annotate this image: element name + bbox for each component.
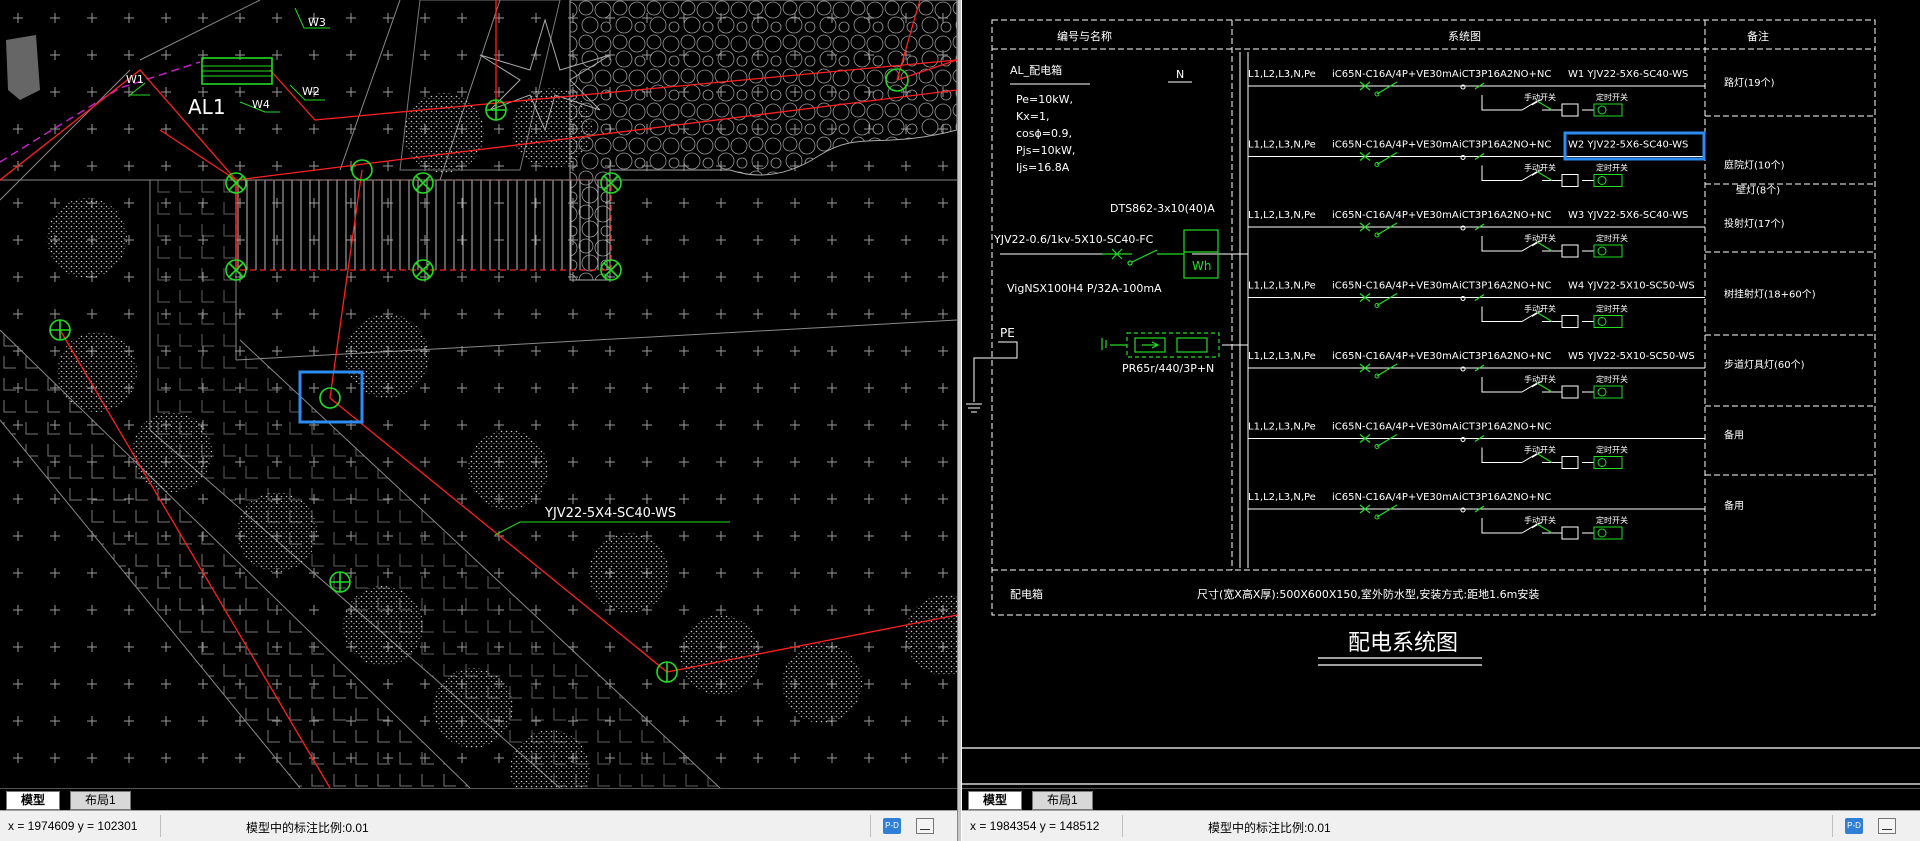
circuit-note: 步道灯具灯(60个)	[1724, 358, 1805, 371]
spd-spec: PR65r/440/3P+N	[1122, 362, 1214, 375]
circuit-note: 路灯(19个)	[1724, 76, 1775, 89]
tab-layout1[interactable]: 布局1	[70, 791, 131, 810]
circuit-phase: L1,L2,L3,N,Pe	[1248, 281, 1316, 292]
manual-switch-label: 手动开关	[1524, 515, 1556, 525]
footer-panel: 配电箱	[1010, 587, 1043, 601]
panel-parameter: Pe=10kW,	[1016, 93, 1073, 106]
manual-switch-label: 手动开关	[1524, 374, 1556, 384]
timer-switch-label: 定时开关	[1596, 163, 1628, 173]
cable-annotation: YJV22-5X4-SC40-WS	[544, 506, 676, 521]
layout-tabstrip: 模型 布局1	[962, 788, 1920, 811]
circuit-note: 树挂射灯(18+60个)	[1724, 288, 1816, 301]
lamp-garden	[329, 571, 351, 593]
right-drawing-viewport[interactable]: 编号与名称 系统图 备注 AL_配电箱 N Pe=10kW, Kx=1, cosϕ=…	[962, 0, 1920, 841]
timer-switch-label: 定时开关	[1596, 233, 1628, 243]
system-diagram-canvas[interactable]: 编号与名称 系统图 备注 AL_配电箱 N Pe=10kW, Kx=1, cosϕ=…	[962, 0, 1920, 788]
circuit-phase: L1,L2,L3,N,Pe	[1248, 351, 1316, 362]
panel-parameter: cosϕ=0.9,	[1016, 127, 1072, 140]
circuit-breaker-spec: iC65N-C16A/4P+VE30mA	[1332, 422, 1459, 433]
panel-parameters: Pe=10kW, Kx=1, cosϕ=0.9, Pjs=10kW, Ijs=16.8A	[1016, 93, 1075, 174]
status-bar: x = 1984354 y = 148512 模型中的标注比例:0.01 P-D	[962, 810, 1920, 841]
cursor-coordinates: x = 1974609 y = 102301	[8, 819, 138, 833]
panel-dimensions-spec: 尺寸(宽X高X厚):500X600X150,室外防水型,安装方式:距地1.6m安…	[1197, 587, 1539, 601]
pd-toggle-button[interactable]: P-D	[883, 818, 901, 834]
header-diagram: 系统图	[1448, 30, 1481, 43]
circuit-breaker-spec: iC65N-C16A/4P+VE30mA	[1332, 492, 1459, 503]
circuit-cable-spec: W5 YJV22-5X10-SC50-WS	[1568, 351, 1695, 362]
manual-switch-label: 手动开关	[1524, 304, 1556, 314]
timer-switch-label: 定时开关	[1596, 92, 1628, 102]
circuit-phase: L1,L2,L3,N,Pe	[1248, 492, 1316, 503]
circuit-note: 庭院灯(10个)	[1724, 159, 1785, 172]
label-w1: W1	[126, 73, 144, 86]
circuit-contactor-spec: iCT3P16A2NO+NC	[1459, 140, 1551, 151]
annotation-scale: 模型中的标注比例:0.01	[246, 821, 369, 835]
circuit-contactor-spec: iCT3P16A2NO+NC	[1459, 69, 1551, 80]
label-w4: W4	[252, 98, 270, 111]
manual-switch-label: 手动开关	[1524, 445, 1556, 455]
tab-layout1[interactable]: 布局1	[1032, 791, 1093, 810]
pe-label: PE	[1000, 326, 1015, 340]
manual-switch-label: 手动开关	[1524, 233, 1556, 243]
circuit-breaker-spec: iC65N-C16A/4P+VE30mA	[1332, 281, 1459, 292]
circuit-note: 备用	[1724, 429, 1744, 442]
circuit-phase: L1,L2,L3,N,Pe	[1248, 140, 1316, 151]
circuit-cable-spec: W4 YJV22-5X10-SC50-WS	[1568, 281, 1695, 292]
circuit-contactor-spec: iCT3P16A2NO+NC	[1459, 281, 1551, 292]
circuit-contactor-spec: iCT3P16A2NO+NC	[1459, 422, 1551, 433]
circuit-contactor-spec: iCT3P16A2NO+NC	[1459, 210, 1551, 221]
manual-switch-label: 手动开关	[1524, 163, 1556, 173]
neutral-label: N	[1176, 68, 1184, 81]
site-plan-canvas[interactable]: AL1 W3 W1 W2 W4 YJV22-5X4-SC40-WS	[0, 0, 957, 810]
status-bar: x = 1974609 y = 102301 模型中的标注比例:0.01 P-D	[0, 810, 957, 841]
minimize-icon[interactable]	[916, 818, 934, 834]
circuit-breaker-spec: iC65N-C16A/4P+VE30mA	[1332, 69, 1459, 80]
timer-switch-label: 定时开关	[1596, 445, 1628, 455]
circuit-breaker-spec: iC65N-C16A/4P+VE30mA	[1332, 210, 1459, 221]
circuit-contactor-spec: iCT3P16A2NO+NC	[1459, 351, 1551, 362]
panel-label-al1: AL1	[188, 95, 226, 119]
tab-model[interactable]: 模型	[6, 791, 61, 810]
minimize-icon[interactable]	[1878, 818, 1896, 834]
meter-spec: DTS862-3x10(40)A	[1110, 202, 1215, 215]
circuit-breaker-spec: iC65N-C16A/4P+VE30mA	[1332, 140, 1459, 151]
panel-parameter: Pjs=10kW,	[1016, 144, 1075, 157]
lamp-garden	[49, 319, 71, 341]
circuit-breaker-spec: iC65N-C16A/4P+VE30mA	[1332, 351, 1459, 362]
drawing-title: 配电系统图	[1348, 631, 1458, 656]
timer-switch-label: 定时开关	[1596, 304, 1628, 314]
manual-switch-label: 手动开关	[1524, 92, 1556, 102]
circuit-note: 投射灯(17个)	[1724, 217, 1785, 230]
tab-model[interactable]: 模型	[968, 791, 1023, 810]
incoming-cable: YJV22-0.6/1kv-5X10-SC40-FC	[993, 233, 1154, 246]
circuit-cable-spec: W2 YJV22-5X6-SC40-WS	[1568, 140, 1688, 151]
label-w3: W3	[308, 16, 326, 29]
meter-label: Wh	[1192, 259, 1211, 273]
panel-parameter: Ijs=16.8A	[1016, 161, 1070, 174]
circuit-phase: L1,L2,L3,N,Pe	[1248, 210, 1316, 221]
main-breaker-spec: VigNSX100H4 P/32A-100mA	[1007, 282, 1162, 295]
circuit-phase: L1,L2,L3,N,Pe	[1248, 422, 1316, 433]
annotation-scale: 模型中的标注比例:0.01	[1208, 821, 1331, 835]
header-notes: 备注	[1747, 29, 1769, 43]
circuit-contactor-spec: iCT3P16A2NO+NC	[1459, 492, 1551, 503]
cursor-coordinates: x = 1984354 y = 148512	[970, 819, 1100, 833]
circuit-note-secondary: 壁灯(8个)	[1736, 184, 1780, 197]
panel-parameter: Kx=1,	[1016, 110, 1049, 123]
layout-tabstrip: 模型 布局1	[0, 788, 957, 811]
lamp-garden	[485, 99, 507, 121]
timer-switch-label: 定时开关	[1596, 374, 1628, 384]
circuit-note: 备用	[1724, 499, 1744, 512]
header-name: 编号与名称	[1057, 29, 1112, 43]
circuit-cable-spec: W1 YJV22-5X6-SC40-WS	[1568, 69, 1688, 80]
left-drawing-viewport[interactable]: AL1 W3 W1 W2 W4 YJV22-5X4-SC40-WS 模型 布局1…	[0, 0, 957, 841]
circuit-phase: L1,L2,L3,N,Pe	[1248, 69, 1316, 80]
timer-switch-label: 定时开关	[1596, 515, 1628, 525]
panel-name: AL_配电箱	[1010, 63, 1062, 77]
circuit-cable-spec: W3 YJV22-5X6-SC40-WS	[1568, 210, 1688, 221]
label-w2: W2	[302, 85, 320, 98]
pd-toggle-button[interactable]: P-D	[1845, 818, 1863, 834]
